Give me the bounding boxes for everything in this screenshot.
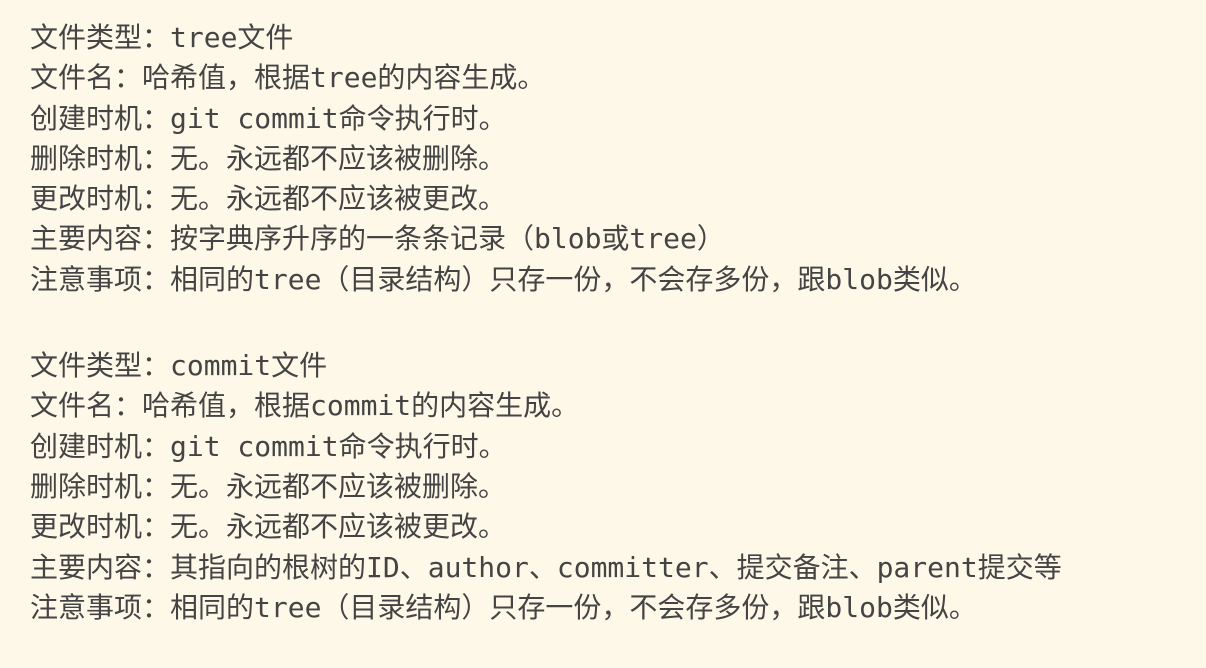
- document-body: 文件类型：tree文件 文件名：哈希值，根据tree的内容生成。 创建时机：gi…: [30, 18, 1202, 628]
- creation-time-line: 创建时机：git commit命令执行时。: [30, 429, 507, 463]
- deletion-time-line: 删除时机：无。永远都不应该被删除。: [30, 469, 507, 503]
- file-type-line: 文件类型：commit文件: [30, 349, 328, 383]
- notes-line: 注意事项：相同的tree（目录结构）只存一份，不会存多份，跟blob类似。: [30, 590, 977, 624]
- main-content-line: 主要内容：按字典序升序的一条条记录（blob或tree）: [30, 222, 725, 256]
- file-name-line: 文件名：哈希值，根据commit的内容生成。: [30, 389, 580, 423]
- main-content-line: 主要内容：其指向的根树的ID、author、committer、提交备注、par…: [30, 550, 1062, 584]
- commit-file-section: 文件类型：commit文件 文件名：哈希值，根据commit的内容生成。 创建时…: [30, 346, 1202, 628]
- tree-file-section: 文件类型：tree文件 文件名：哈希值，根据tree的内容生成。 创建时机：gi…: [30, 18, 1202, 300]
- file-name-line: 文件名：哈希值，根据tree的内容生成。: [30, 61, 546, 95]
- deletion-time-line: 删除时机：无。永远都不应该被删除。: [30, 141, 507, 175]
- notes-line: 注意事项：相同的tree（目录结构）只存一份，不会存多份，跟blob类似。: [30, 262, 977, 296]
- creation-time-line: 创建时机：git commit命令执行时。: [30, 101, 507, 135]
- modification-time-line: 更改时机：无。永远都不应该被更改。: [30, 510, 507, 544]
- file-type-line: 文件类型：tree文件: [30, 21, 294, 54]
- modification-time-line: 更改时机：无。永远都不应该被更改。: [30, 182, 507, 216]
